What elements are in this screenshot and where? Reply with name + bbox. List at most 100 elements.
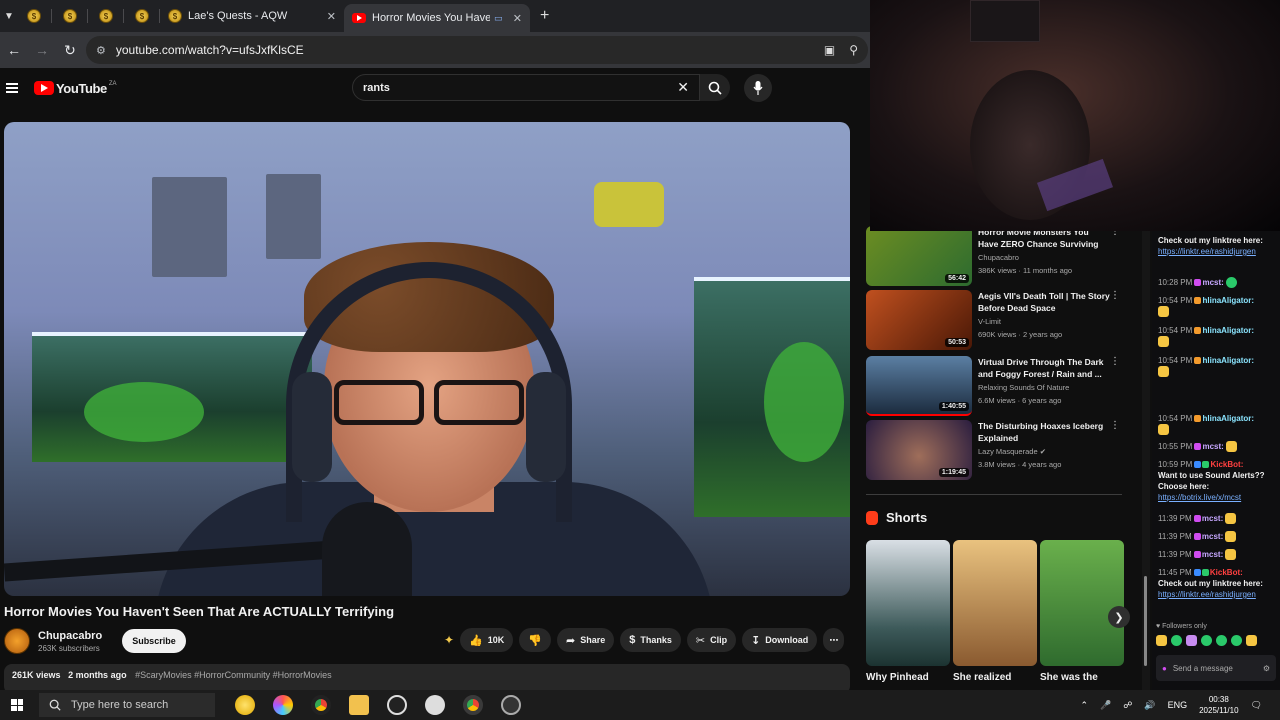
page-scrollbar[interactable] bbox=[1142, 231, 1150, 690]
chrome-app-icon[interactable] bbox=[311, 695, 331, 715]
like-count: 10K bbox=[487, 635, 505, 645]
video-thumbnail[interactable]: 50:53 bbox=[866, 290, 972, 350]
language-indicator[interactable]: ENG bbox=[1168, 700, 1188, 710]
microphone-tray-icon[interactable]: 🎤 bbox=[1100, 700, 1111, 711]
video-title[interactable]: Virtual Drive Through The Dark and Foggy… bbox=[978, 356, 1110, 380]
share-button[interactable]: ➦ Share bbox=[556, 628, 615, 652]
steam-app-icon[interactable] bbox=[387, 695, 407, 715]
thanks-button[interactable]: $ Thanks bbox=[620, 628, 681, 652]
chat-settings-icon[interactable]: ⚙ bbox=[1263, 664, 1270, 673]
menu-icon[interactable] bbox=[6, 83, 18, 93]
address-bar[interactable]: ⚙ youtube.com/watch?v=ufsJxfKlsCE ▣ ⚲ bbox=[86, 36, 868, 64]
chrome-profile-icon[interactable] bbox=[463, 695, 483, 715]
tab-youtube-active[interactable]: Horror Movies You Haven't ▭ ✕ bbox=[344, 4, 530, 32]
recommended-video[interactable]: 50:53 Aegis VII's Death Toll | The Story… bbox=[866, 290, 1126, 352]
clock[interactable]: 00:38 2025/11/10 bbox=[1199, 694, 1238, 716]
chat-link[interactable]: https://botrix.live/x/mcst bbox=[1158, 493, 1241, 502]
network-icon[interactable]: ☍ bbox=[1123, 700, 1132, 711]
scissors-icon: ✂ bbox=[695, 634, 706, 647]
chat-message: 11:39 PM mcst: bbox=[1158, 531, 1276, 543]
short-title[interactable]: Why Pinhead bbox=[866, 672, 929, 683]
hashtags[interactable]: #ScaryMovies #HorrorCommunity #HorrorMov… bbox=[135, 670, 332, 680]
dislike-button[interactable]: 👎 bbox=[519, 628, 551, 652]
video-meta: 386K views · 11 months ago bbox=[978, 266, 1073, 275]
short-thumbnail[interactable] bbox=[1040, 540, 1124, 666]
sparkle-app-icon[interactable] bbox=[235, 695, 255, 715]
recommended-video[interactable]: 1:19:45 The Disturbing Hoaxes Iceberg Ex… bbox=[866, 420, 1126, 482]
video-thumbnail[interactable]: 1:19:45 bbox=[866, 420, 972, 480]
install-app-icon[interactable]: ▣ bbox=[824, 43, 835, 57]
more-options-icon[interactable]: ⋮ bbox=[1110, 356, 1120, 367]
obs-app-icon[interactable] bbox=[501, 695, 521, 715]
play-button-plaque bbox=[594, 182, 664, 227]
copilot-app-icon[interactable] bbox=[273, 695, 293, 715]
video-title[interactable]: Aegis VII's Death Toll | The Story Befor… bbox=[978, 290, 1110, 314]
cast-icon: ▭ bbox=[494, 12, 503, 23]
like-button[interactable]: 👍 10K bbox=[460, 628, 514, 652]
share-icon: ➦ bbox=[565, 634, 576, 647]
tray-chevron-icon[interactable]: ⌃ bbox=[1080, 700, 1088, 711]
pinned-tab-3[interactable]: $ bbox=[88, 0, 124, 32]
video-thumbnail[interactable]: 56:42 bbox=[866, 226, 972, 286]
subscribe-button[interactable]: Subscribe bbox=[122, 629, 186, 653]
new-tab-button[interactable]: + bbox=[540, 7, 549, 25]
channel-avatar[interactable] bbox=[4, 628, 30, 654]
video-title[interactable]: The Disturbing Hoaxes Iceberg Explained bbox=[978, 420, 1110, 444]
forward-icon[interactable]: → bbox=[28, 42, 56, 58]
chat-link[interactable]: https://linktr.ee/rashidjurgen bbox=[1158, 247, 1256, 256]
scrollbar-thumb[interactable] bbox=[1144, 576, 1147, 666]
short-thumbnail[interactable] bbox=[953, 540, 1037, 666]
channel-name[interactable]: V-Limit bbox=[978, 316, 1110, 327]
search-button[interactable] bbox=[700, 74, 730, 101]
reload-icon[interactable]: ↻ bbox=[56, 42, 84, 59]
emote-bar[interactable] bbox=[1156, 635, 1257, 646]
aqw-coin-icon: $ bbox=[63, 9, 77, 23]
close-tab-icon[interactable]: ✕ bbox=[505, 12, 522, 25]
notifications-icon[interactable]: 🗨 bbox=[1251, 700, 1262, 711]
more-actions-button[interactable]: ⋯ bbox=[823, 628, 845, 652]
download-button[interactable]: ↧ Download bbox=[742, 628, 818, 652]
close-tab-icon[interactable]: ✕ bbox=[319, 10, 336, 23]
clear-search-icon[interactable]: ✕ bbox=[677, 79, 689, 96]
pinned-tab-4[interactable]: $ bbox=[124, 0, 160, 32]
windows-start-icon[interactable] bbox=[11, 699, 23, 711]
pinned-tab-2[interactable]: $ bbox=[52, 0, 88, 32]
chat-message: 11:39 PM mcst: bbox=[1158, 513, 1276, 525]
search-value: rants bbox=[363, 81, 390, 94]
webcam-overlay bbox=[870, 0, 1280, 231]
channel-name[interactable]: Lazy Masquerade ✔ bbox=[978, 446, 1110, 457]
video-thumbnail[interactable]: 1:40:55 bbox=[866, 356, 972, 416]
volume-icon[interactable]: 🔊 bbox=[1144, 700, 1155, 711]
chat-input[interactable]: ● Send a message ⚙ bbox=[1156, 655, 1276, 681]
chat-link[interactable]: https://linktr.ee/rashidjurgen bbox=[1158, 590, 1256, 599]
recommended-video[interactable]: 56:42 Horror Movie Monsters You Have ZER… bbox=[866, 226, 1126, 288]
ai-sparkle-icon[interactable]: ✦ bbox=[444, 633, 454, 647]
back-icon[interactable]: ← bbox=[0, 42, 28, 58]
site-settings-icon[interactable]: ⚙ bbox=[96, 44, 106, 57]
short-title[interactable]: She realized bbox=[953, 672, 1011, 683]
youtube-logo[interactable]: YouTube ZA bbox=[34, 81, 117, 96]
browser-tab-strip: ▼ $ $ $ $ $ Lae's Quests - AQW ✕ Horror … bbox=[0, 0, 870, 32]
more-options-icon[interactable]: ⋮ bbox=[1110, 290, 1120, 301]
more-options-icon[interactable]: ⋮ bbox=[1110, 420, 1120, 431]
channel-name[interactable]: Chupacabro bbox=[38, 630, 102, 642]
file-explorer-icon[interactable] bbox=[349, 695, 369, 715]
shorts-next-icon[interactable]: ❯ bbox=[1108, 606, 1130, 628]
voice-search-button[interactable] bbox=[744, 74, 772, 102]
zoom-icon[interactable]: ⚲ bbox=[849, 43, 858, 57]
short-title[interactable]: She was the bbox=[1040, 672, 1098, 683]
search-input[interactable]: rants ✕ bbox=[352, 74, 700, 101]
snipping-tool-icon[interactable] bbox=[425, 695, 445, 715]
video-player[interactable] bbox=[4, 122, 850, 596]
taskbar-search[interactable]: Type here to search bbox=[39, 693, 215, 717]
tab-search-chevron-icon[interactable]: ▼ bbox=[2, 0, 16, 32]
short-thumbnail[interactable] bbox=[866, 540, 950, 666]
clip-button[interactable]: ✂ Clip bbox=[686, 628, 737, 652]
pinned-tab-1[interactable]: $ bbox=[16, 0, 52, 32]
tab-aqw[interactable]: $ Lae's Quests - AQW ✕ bbox=[160, 0, 344, 32]
thumbs-up-icon: 👍 bbox=[469, 634, 483, 647]
recommended-video[interactable]: 1:40:55 Virtual Drive Through The Dark a… bbox=[866, 356, 1126, 418]
view-count: 261K views bbox=[12, 670, 61, 680]
channel-name[interactable]: Chupacabro bbox=[978, 252, 1110, 263]
channel-name[interactable]: Relaxing Sounds Of Nature bbox=[978, 382, 1110, 393]
